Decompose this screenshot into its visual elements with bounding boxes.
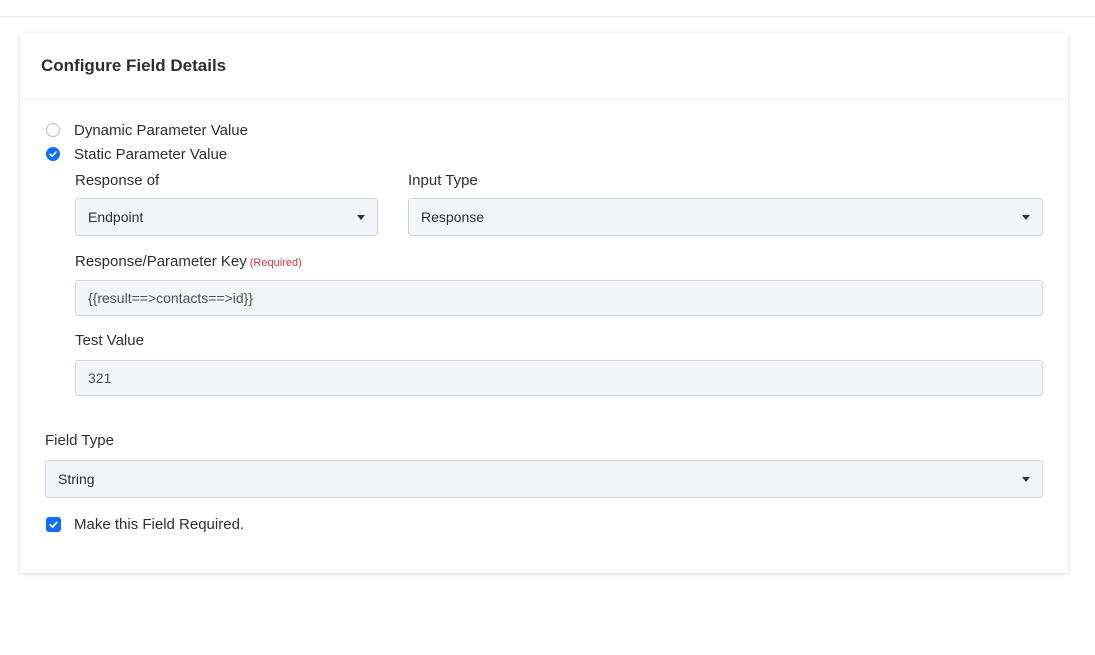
response-of-select[interactable]: Endpoint <box>75 198 378 236</box>
required-checkbox[interactable] <box>46 517 61 532</box>
response-of-label: Response of <box>75 172 160 189</box>
card-title: Configure Field Details <box>41 56 227 75</box>
field-type-select[interactable]: String <box>45 460 1043 498</box>
caret-down-icon <box>357 215 365 220</box>
required-marker: (Required) <box>249 257 302 269</box>
required-checkbox-label[interactable]: Make this Field Required. <box>74 516 244 533</box>
input-type-label: Input Type <box>408 172 478 189</box>
response-key-label: Response/Parameter Key <box>75 253 247 270</box>
response-key-value: {{result==>contacts==>id}} <box>88 290 254 306</box>
static-parameter-radio[interactable] <box>46 147 60 161</box>
test-value-input[interactable]: 321 <box>75 360 1043 396</box>
input-type-select[interactable]: Response <box>408 198 1043 236</box>
static-parameter-label[interactable]: Static Parameter Value <box>74 146 227 163</box>
configure-field-card: Configure Field Details Dynamic Paramete… <box>20 33 1068 573</box>
card-header: Configure Field Details <box>20 33 1068 100</box>
dynamic-parameter-radio[interactable] <box>46 123 60 137</box>
response-of-value: Endpoint <box>88 209 144 225</box>
caret-down-icon <box>1022 477 1030 482</box>
input-type-value: Response <box>421 209 485 225</box>
field-type-value: String <box>58 471 95 487</box>
dynamic-parameter-label[interactable]: Dynamic Parameter Value <box>74 122 248 139</box>
check-icon <box>49 521 58 528</box>
test-value-value: 321 <box>88 370 112 386</box>
top-divider <box>0 16 1095 17</box>
caret-down-icon <box>1022 215 1030 220</box>
response-key-label-group: Response/Parameter Key (Required) <box>75 253 302 271</box>
check-icon <box>49 151 57 158</box>
response-key-input[interactable]: {{result==>contacts==>id}} <box>75 280 1043 316</box>
test-value-label: Test Value <box>75 332 144 349</box>
field-type-label: Field Type <box>45 432 114 449</box>
